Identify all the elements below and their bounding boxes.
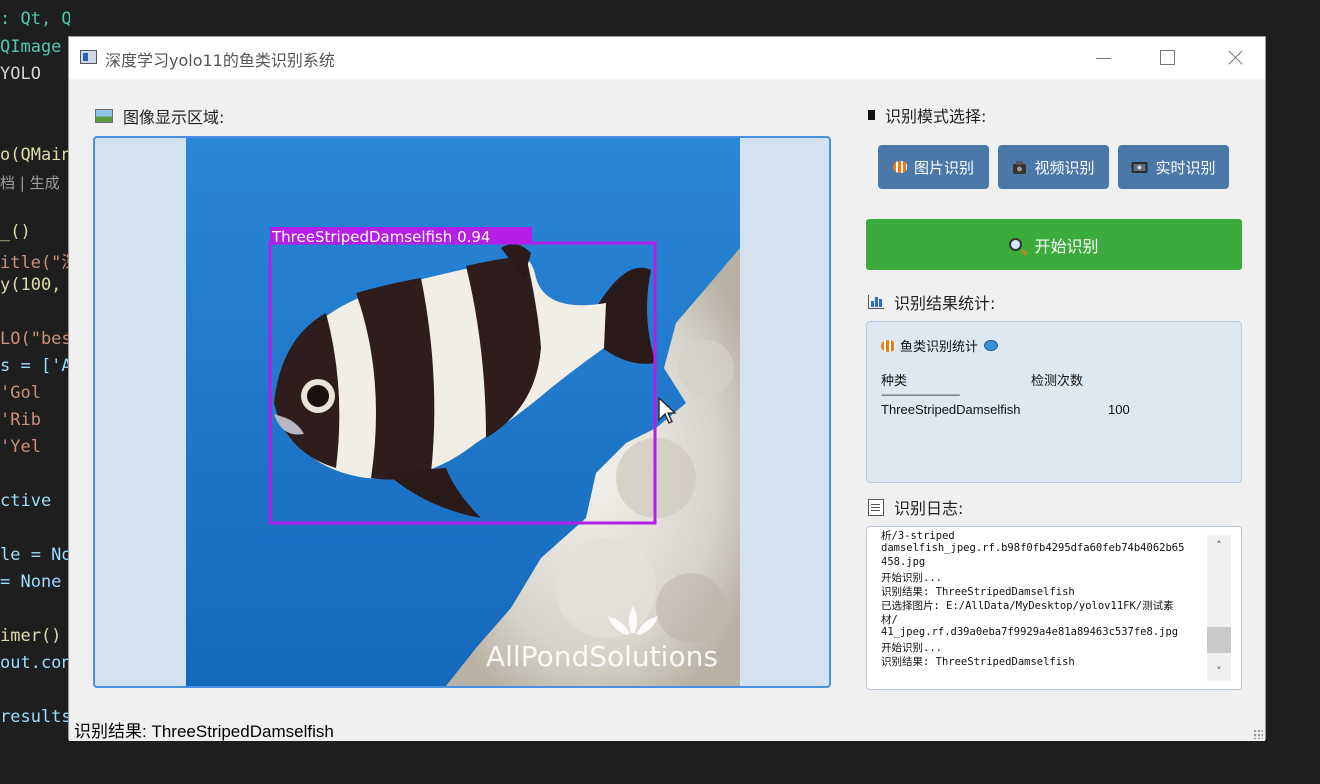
log-line: 41_jpeg.rf.d39a0eba7f9929a4e81a89463c537…: [881, 626, 1179, 638]
stats-box-title: 鱼类识别统计: [900, 340, 979, 355]
log-line: 析/3-striped: [881, 530, 955, 542]
image-recognition-button[interactable]: 图片识别: [878, 145, 989, 189]
image-recognition-label: 图片识别: [913, 158, 974, 177]
stats-heading: 识别结果统计:: [868, 290, 995, 314]
watermark-text: AllPondSolutions: [486, 640, 718, 673]
count-column-header: 检测次数: [1031, 373, 1084, 388]
log-panel[interactable]: 析/3-striped damselfish_jpeg.rf.b98f0fb42…: [866, 526, 1242, 690]
title-bar[interactable]: 深度学习yolo11的鱼类识别系统: [69, 37, 1265, 79]
resize-grip-icon[interactable]: [1253, 729, 1263, 739]
image-panel-heading: 图像显示区域:: [95, 104, 224, 128]
log-line: 识别结果: ThreeStripedDamselfish: [881, 586, 1075, 598]
code-line: YOLO: [0, 64, 41, 84]
stats-label: 识别结果统计:: [894, 294, 996, 313]
code-line: ctive: [0, 491, 52, 511]
notepad-icon: [868, 498, 884, 516]
log-line: 识别结果: ThreeStripedDamselfish: [881, 656, 1075, 668]
video-recognition-button[interactable]: 视频识别: [998, 145, 1109, 189]
log-line: 开始识别...: [881, 642, 942, 654]
square-bullet-icon: [868, 110, 875, 120]
mode-heading: 识别模式选择:: [868, 103, 986, 127]
app-window-icon: [80, 50, 97, 64]
log-line: 458.jpg: [881, 556, 926, 568]
bar-chart-icon: [868, 295, 884, 309]
minimize-button[interactable]: [1073, 37, 1133, 79]
code-line: 'Gol: [0, 383, 41, 403]
scroll-up-icon[interactable]: ˄: [1207, 537, 1231, 555]
webcam-icon: [1131, 161, 1148, 173]
stats-separator: ------------------------------: [881, 390, 960, 401]
start-recognition-label: 开始识别: [1034, 236, 1099, 256]
image-display-area[interactable]: ThreeStripedDamselfish 0.94 AllPondSolut…: [93, 136, 831, 688]
code-line: = None: [0, 572, 62, 592]
code-line: s = ['A: [0, 356, 70, 376]
detection-label: ThreeStripedDamselfish 0.94: [271, 228, 490, 246]
video-recognition-label: 视频识别: [1034, 158, 1095, 177]
camera-icon: [1013, 160, 1027, 174]
species-cell: ThreeStripedDamselfish: [881, 402, 1021, 417]
stats-panel: 鱼类识别统计 种类 检测次数 -------------------------…: [866, 321, 1242, 483]
stats-box-title-row: 鱼类识别统计: [881, 336, 999, 355]
log-label: 识别日志:: [894, 499, 964, 518]
species-column-header: 种类: [881, 373, 908, 388]
status-result-text: 识别结果: ThreeStripedDamselfish: [74, 722, 334, 741]
log-line: 开始识别...: [881, 572, 942, 584]
main-content: 图像显示区域: ThreeStripedDamselfish 0.94 AllP…: [69, 79, 1265, 741]
log-line: 材/: [881, 614, 898, 626]
code-line: itle("深: [0, 253, 70, 273]
app-window: 深度学习yolo11的鱼类识别系统 图像显示区域: ThreeStripedDa…: [68, 36, 1266, 741]
blowfish-icon: [984, 340, 999, 351]
code-line: results: [0, 707, 70, 727]
scroll-thumb[interactable]: [1207, 627, 1231, 653]
realtime-recognition-button[interactable]: 实时识别: [1118, 145, 1229, 189]
picture-icon: [95, 109, 113, 123]
close-button[interactable]: [1205, 37, 1265, 79]
magnifier-icon: [1009, 238, 1023, 251]
image-panel-label: 图像显示区域:: [123, 108, 225, 127]
code-line: 档 | 生成: [0, 174, 60, 192]
code-line: o(QMain: [0, 145, 70, 165]
mode-label: 识别模式选择:: [885, 107, 987, 126]
log-scrollbar[interactable]: ˄ ˅: [1207, 535, 1231, 681]
scroll-down-icon[interactable]: ˅: [1207, 663, 1231, 681]
window-title: 深度学习yolo11的鱼类识别系统: [105, 51, 335, 70]
mouse-cursor-icon: [658, 396, 677, 424]
code-line: : Qt, QTimer: [0, 9, 70, 29]
start-recognition-button[interactable]: 开始识别: [866, 219, 1242, 270]
log-heading: 识别日志:: [868, 495, 963, 519]
count-cell: 100: [1108, 402, 1130, 417]
code-line: _(): [0, 222, 31, 242]
code-line: out.con: [0, 653, 70, 673]
code-line: 'Yel: [0, 437, 41, 457]
code-line: le = No: [0, 545, 70, 565]
log-line: damselfish_jpeg.rf.b98f0fb4295dfa60feb74…: [881, 542, 1185, 554]
code-line: LO("bes: [0, 329, 70, 349]
fish-icon: [881, 339, 895, 352]
realtime-recognition-label: 实时识别: [1155, 158, 1216, 177]
code-line: imer(): [0, 626, 62, 646]
code-line: y(100,: [0, 275, 62, 295]
background-code-editor: : Qt, QTimer QImage YOLO o(QMain 档 | 生成 …: [0, 0, 70, 784]
code-line: QImage: [0, 37, 62, 57]
code-line: 'Rib: [0, 410, 41, 430]
log-line: 已选择图片: E:/AllData/MyDesktop/yolov11FK/测试…: [881, 600, 1174, 612]
fish-icon: [892, 161, 907, 173]
maximize-button[interactable]: [1137, 37, 1197, 79]
